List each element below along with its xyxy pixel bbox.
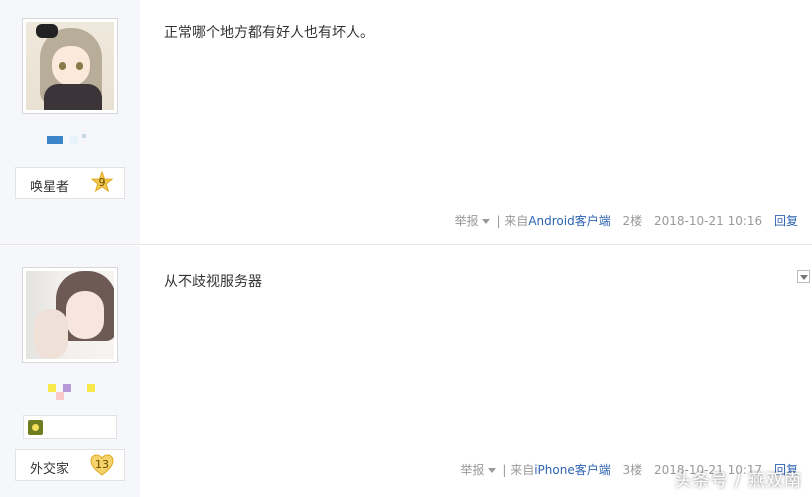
badge-dot [48,384,56,392]
user-title: 外交家 [30,462,70,477]
user-title-badge[interactable]: 外交家 13 [15,449,125,481]
post-tail: 举报 | 来自Android客户端 2楼 2018-10-21 10:16 回复 [454,212,798,229]
floor-number: 2楼 [622,214,643,228]
post-content: 正常哪个地方都有好人也有坏人。 [164,25,374,41]
badge-dot [87,384,95,392]
user-badges [0,134,140,148]
anime-girl-avatar-icon [26,22,114,110]
user-title: 唤星者 [30,180,70,195]
badge-dot [70,136,78,144]
level-star-icon: 9 [90,170,114,195]
badge-dot [47,136,63,144]
badge-dot [63,384,71,392]
user-level: 9 [98,176,106,189]
chevron-down-icon[interactable] [488,467,497,473]
post-content: 从不歧视服务器 [164,274,262,290]
medal-icon [28,420,43,435]
post-timestamp: 2018-10-21 10:16 [654,214,763,228]
watermark: 头条号 / 燕双南 [674,471,802,491]
badge-dot [56,392,64,400]
photo-girl-avatar-icon [26,271,114,359]
post-floor-2: 唤星者 9 正常哪个地方都有好人也有坏人。 举报 | 来自Android客户端 2… [0,0,812,245]
chevron-down-icon[interactable] [482,218,491,224]
level-heart-icon: 13 [90,453,114,477]
report-link[interactable]: 举报 [460,461,484,478]
reply-button[interactable]: 回复 [774,212,798,229]
user-sidebar: 外交家 13 [0,246,140,497]
user-sidebar: 唤星者 9 [0,0,140,244]
floor-number: 3楼 [622,463,643,477]
user-level: 13 [95,458,109,471]
source-client-link[interactable]: iPhone客户端 [534,461,611,478]
collapse-toggle-icon[interactable] [797,270,810,283]
avatar[interactable] [22,267,118,363]
user-badges [0,384,140,400]
report-link[interactable]: 举报 [454,212,478,229]
medal-box[interactable] [23,415,117,439]
avatar[interactable] [22,18,118,114]
source-prefix: | 来自 [502,463,535,477]
source-prefix: | 来自 [496,214,529,228]
badge-dot [82,134,86,138]
post-floor-3: 外交家 13 从不歧视服务器 举报 | 来自iPhone客户端 3楼 2018-1… [0,246,812,497]
source-client-link[interactable]: Android客户端 [528,212,610,229]
user-title-badge[interactable]: 唤星者 9 [15,167,125,199]
